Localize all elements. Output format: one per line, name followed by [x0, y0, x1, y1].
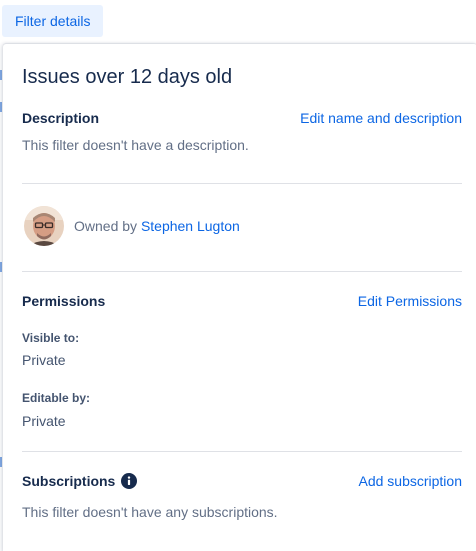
popup-content: Issues over 12 days old Description Edit…: [22, 44, 462, 551]
owner-text: Owned by Stephen Lugton: [74, 218, 240, 234]
owner-row: Owned by Stephen Lugton: [22, 205, 240, 247]
user-avatar[interactable]: [24, 206, 64, 246]
editable-by-value: Private: [22, 413, 66, 429]
add-subscription-link[interactable]: Add subscription: [358, 471, 462, 491]
description-header: Description Edit name and description: [22, 108, 462, 128]
divider: [22, 451, 462, 452]
edit-name-description-link[interactable]: Edit name and description: [300, 108, 462, 128]
avatar-portrait-icon: [24, 206, 64, 246]
divider: [22, 271, 462, 272]
filter-title: Issues over 12 days old: [22, 66, 233, 88]
underlay-link-fragment: [0, 102, 2, 112]
subscriptions-empty-text: This filter doesn't have any subscriptio…: [22, 504, 278, 520]
permissions-label: Permissions: [22, 293, 106, 309]
divider: [22, 183, 462, 184]
description-label: Description: [22, 110, 100, 126]
underlay-link-fragment: [0, 70, 2, 80]
owner-name-link[interactable]: Stephen Lugton: [141, 218, 240, 234]
editable-by-label: Editable by:: [22, 391, 91, 405]
owner-prefix: Owned by: [74, 218, 138, 234]
filter-details-popup: Issues over 12 days old Description Edit…: [3, 44, 476, 551]
permissions-header: Permissions Edit Permissions: [22, 291, 462, 311]
underlay-link-fragment: [0, 457, 2, 467]
subscriptions-label-wrap: Subscriptions: [22, 471, 138, 491]
visible-to-label: Visible to:: [22, 331, 80, 345]
underlay-link-fragment: [0, 262, 2, 272]
subscriptions-header: Subscriptions Add subscription: [22, 471, 462, 491]
page: Filter details Issues over 12 days old D…: [0, 0, 476, 551]
filter-details-button[interactable]: Filter details: [2, 5, 104, 37]
description-empty-text: This filter doesn't have a description.: [22, 137, 249, 153]
subscriptions-label: Subscriptions: [22, 473, 116, 489]
edit-permissions-link[interactable]: Edit Permissions: [358, 291, 462, 311]
visible-to-value: Private: [22, 352, 66, 368]
info-icon[interactable]: [121, 473, 138, 489]
